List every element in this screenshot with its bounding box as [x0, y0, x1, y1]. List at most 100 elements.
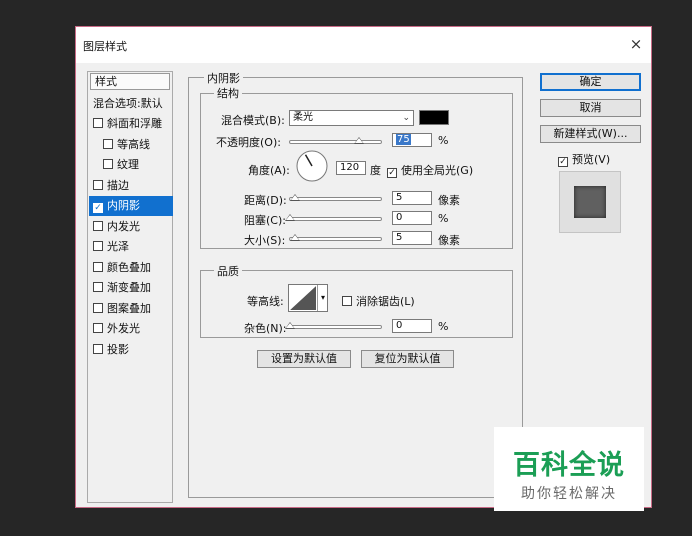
watermark: 百科全说 助你轻松解决 [494, 427, 644, 511]
size-slider[interactable] [289, 237, 382, 241]
title-bar: 图层样式 × [76, 27, 651, 63]
style-list-header[interactable]: 样式 [90, 73, 170, 90]
angle-dial-icon [296, 150, 328, 182]
style-list-item[interactable]: 描边 [89, 176, 173, 196]
watermark-title: 百科全说 [513, 450, 625, 481]
style-list-item-label: 投影 [107, 342, 129, 356]
style-list-item[interactable]: 纹理 [89, 155, 173, 175]
checkbox-icon[interactable] [93, 220, 103, 231]
checkbox-icon[interactable] [93, 261, 103, 272]
style-list-item-label: 外发光 [107, 322, 140, 335]
checkbox-icon [342, 296, 352, 306]
contour-picker[interactable]: ▾ [288, 284, 328, 312]
style-list-item[interactable]: 等高线 [89, 135, 173, 155]
size-input[interactable]: 5 [392, 231, 432, 245]
distance-value: 5 [396, 192, 403, 203]
choke-value: 0 [396, 212, 403, 223]
size-slider-thumb[interactable] [290, 234, 300, 241]
blend-mode-label: 混合模式(B): [221, 114, 285, 127]
size-label: 大小(S): [244, 234, 286, 247]
ok-button[interactable]: 确定 [540, 73, 641, 91]
choke-slider[interactable] [289, 217, 382, 221]
global-light-label: 使用全局光(G) [401, 164, 474, 177]
style-list: 样式 混合选项:默认 斜面和浮雕等高线纹理描边 ✓ 内阴影内发光光泽颜色叠加渐变叠加… [87, 71, 173, 503]
choke-slider-thumb[interactable] [285, 214, 295, 221]
style-list-item-label: 图案叠加 [107, 301, 151, 315]
shadow-color-swatch[interactable] [419, 110, 449, 125]
style-list-item-label: 内阴影 [107, 199, 140, 212]
watermark-subtitle: 助你轻松解决 [521, 486, 617, 502]
checkbox-icon[interactable] [93, 118, 103, 128]
noise-input[interactable]: 0 [392, 319, 432, 333]
contour-label: 等高线: [247, 295, 284, 308]
noise-value: 0 [396, 320, 403, 331]
blend-mode-value: 柔光 [293, 112, 313, 123]
opacity-slider[interactable] [289, 140, 382, 144]
reset-default-button[interactable]: 复位为默认值 [361, 350, 454, 368]
checkbox-icon[interactable]: ✓ [93, 203, 103, 213]
noise-slider-thumb[interactable] [285, 322, 295, 329]
style-list-item[interactable]: ✓ 内阴影 [89, 196, 173, 216]
style-list-item[interactable]: 外发光 [89, 319, 173, 339]
checkbox-icon[interactable] [103, 138, 113, 149]
checkbox-icon[interactable] [93, 343, 103, 354]
quality-title: 品质 [214, 263, 242, 279]
make-default-button[interactable]: 设置为默认值 [257, 350, 351, 368]
size-unit: 像素 [438, 234, 460, 247]
checkbox-icon: ✓ [558, 157, 568, 167]
style-list-item-label: 光泽 [107, 240, 129, 253]
new-style-button[interactable]: 新建样式(W)... [540, 125, 641, 143]
style-list-item[interactable]: 投影 [89, 340, 173, 360]
opacity-input[interactable]: 75 [392, 133, 432, 147]
window-title: 图层样式 [83, 40, 127, 53]
style-list-item[interactable]: 光泽 [89, 237, 173, 257]
style-list-item-label: 内发光 [107, 219, 140, 233]
opacity-value: 75 [396, 134, 411, 145]
choke-input[interactable]: 0 [392, 211, 432, 225]
close-button[interactable]: × [625, 33, 647, 55]
angle-dial[interactable] [296, 150, 328, 182]
distance-unit: 像素 [438, 194, 460, 207]
angle-label: 角度(A): [248, 164, 290, 177]
blend-mode-select[interactable]: 柔光 ⌄ [289, 110, 414, 126]
inner-shadow-title: 内阴影 [204, 70, 243, 86]
style-list-item-label: 渐变叠加 [107, 281, 151, 294]
size-value: 5 [396, 232, 403, 243]
distance-label: 距离(D): [244, 194, 287, 207]
style-list-item[interactable]: 渐变叠加 [89, 278, 173, 298]
contour-curve-icon [290, 286, 316, 310]
contour-dropdown-icon[interactable]: ▾ [317, 285, 328, 311]
angle-unit: 度 [370, 164, 381, 177]
antialias-label: 消除锯齿(L) [356, 295, 415, 308]
distance-slider[interactable] [289, 197, 382, 201]
noise-slider[interactable] [289, 325, 382, 329]
style-list-item-label: 描边 [107, 178, 129, 192]
style-list-item-label: 斜面和浮雕 [107, 117, 162, 130]
structure-title: 结构 [214, 85, 242, 101]
style-list-item[interactable]: 图案叠加 [89, 299, 173, 319]
distance-input[interactable]: 5 [392, 191, 432, 205]
style-list-item[interactable]: 内发光 [89, 217, 173, 237]
preview-label: 预览(V) [572, 153, 611, 166]
checkbox-icon: ✓ [387, 168, 397, 178]
style-list-item[interactable]: 颜色叠加 [89, 258, 173, 278]
preview-checkbox[interactable]: ✓ 预览(V) [558, 151, 610, 167]
style-list-item-label: 等高线 [117, 137, 150, 151]
chevron-down-icon: ⌄ [402, 113, 410, 123]
checkbox-icon[interactable] [103, 159, 113, 169]
angle-input[interactable]: 120 [336, 161, 366, 175]
global-light-checkbox[interactable]: ✓ 使用全局光(G) [387, 162, 473, 178]
cancel-button[interactable]: 取消 [540, 99, 641, 117]
antialias-checkbox[interactable]: 消除锯齿(L) [342, 293, 415, 309]
preview-swatch [574, 186, 606, 218]
checkbox-icon[interactable] [93, 323, 103, 333]
distance-slider-thumb[interactable] [290, 194, 300, 201]
checkbox-icon[interactable] [93, 282, 103, 292]
style-list-item[interactable]: 斜面和浮雕 [89, 114, 173, 134]
checkbox-icon[interactable] [93, 241, 103, 251]
checkbox-icon[interactable] [93, 179, 103, 190]
opacity-slider-thumb[interactable] [353, 137, 364, 144]
checkbox-icon[interactable] [93, 302, 103, 313]
blend-options-item[interactable]: 混合选项:默认 [89, 94, 173, 114]
choke-label: 阻塞(C): [244, 214, 286, 227]
